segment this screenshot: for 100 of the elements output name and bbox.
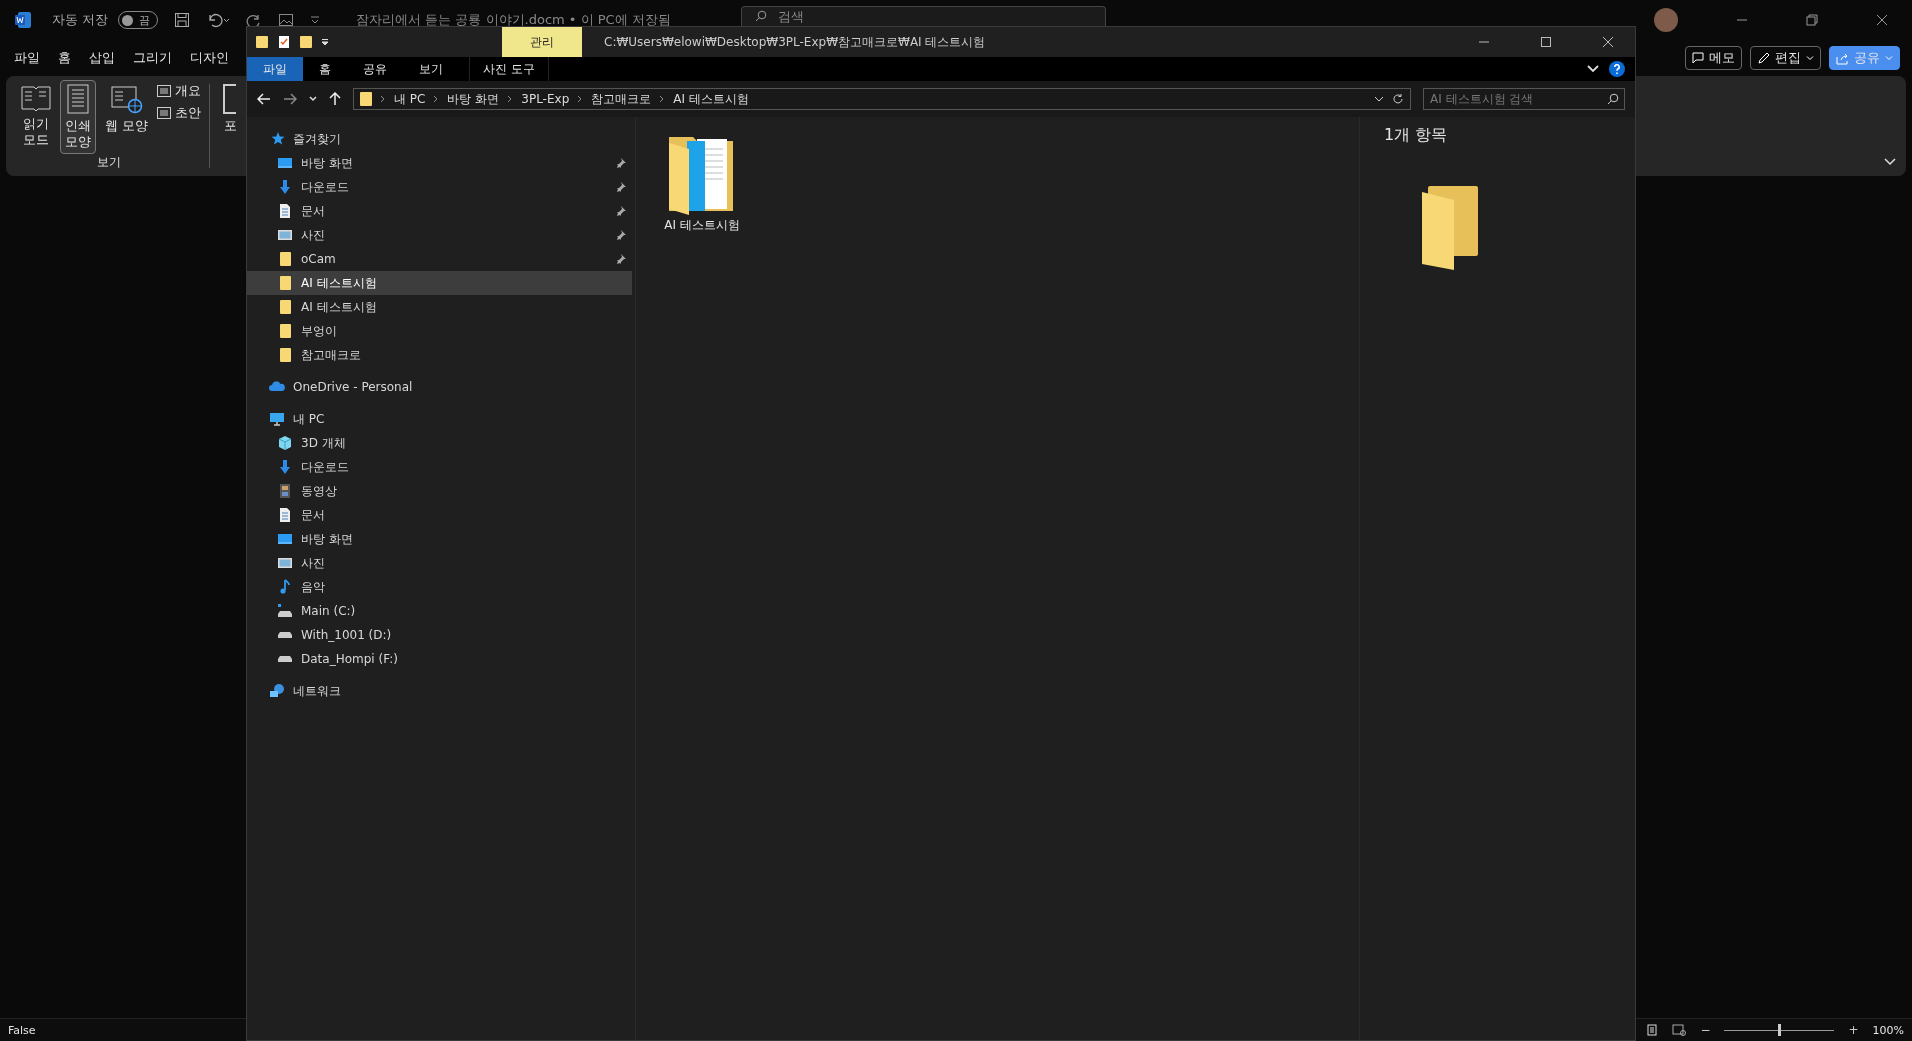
nav-item[interactable]: 다운로드 — [247, 175, 632, 199]
list-icon — [157, 85, 172, 97]
menu-tab[interactable]: 디자인 — [190, 49, 229, 67]
nav-item[interactable]: 사진 — [247, 223, 632, 247]
caret-icon — [1885, 54, 1893, 62]
search-field[interactable]: AI 테스트시험 검색 — [1423, 88, 1625, 110]
menu-tab[interactable]: 파일 — [14, 49, 40, 67]
undo-icon[interactable] — [206, 12, 231, 28]
pin-icon[interactable] — [616, 254, 626, 264]
picture-icon[interactable] — [278, 12, 295, 28]
breadcrumb[interactable]: 3PL-Exp — [521, 92, 570, 106]
expand-ribbon-icon[interactable] — [1587, 65, 1599, 73]
pin-icon[interactable] — [616, 206, 626, 216]
web-layout-icon[interactable] — [1672, 1024, 1687, 1036]
ribbon-tab[interactable]: 보기 — [403, 57, 459, 81]
search-icon — [754, 10, 767, 22]
folder-icon — [277, 275, 293, 291]
menu-tab[interactable]: 그리기 — [133, 49, 172, 67]
nav-item[interactable]: 3D 개체 — [247, 431, 632, 455]
nav-item[interactable]: 부엉이 — [247, 319, 632, 343]
cube-icon — [277, 435, 293, 451]
forward-arrow-icon[interactable] — [283, 93, 297, 105]
pencil-icon — [1757, 51, 1770, 65]
up-arrow-icon[interactable] — [329, 92, 341, 106]
nav-item[interactable]: 네트워크 — [247, 679, 632, 703]
nav-item[interactable]: 참고매크로 — [247, 343, 632, 367]
chevron-icon[interactable] — [433, 95, 440, 103]
restore-icon[interactable] — [1806, 14, 1818, 26]
view-button[interactable]: 초안 — [157, 104, 202, 122]
pin-icon[interactable] — [616, 158, 626, 168]
collapse-ribbon-icon[interactable] — [1884, 158, 1896, 166]
breadcrumb[interactable]: 내 PC — [394, 90, 426, 108]
back-arrow-icon[interactable] — [257, 93, 271, 105]
new-folder-icon[interactable] — [299, 35, 313, 49]
zoom-out-button[interactable]: − — [1700, 1023, 1711, 1037]
zoom-level[interactable]: 100% — [1872, 1023, 1904, 1037]
comment-icon — [1692, 52, 1704, 64]
menu-tab[interactable]: 홈 — [58, 49, 71, 67]
address-bar[interactable]: 내 PC 바탕 화면 3PL-Exp 참고매크로 AI 테스트시험 — [353, 88, 1411, 110]
view-button[interactable]: 인쇄 모양 — [60, 80, 96, 154]
view-button[interactable]: 읽기 모드 — [16, 80, 56, 152]
nav-item[interactable]: 동영상 — [247, 479, 632, 503]
help-icon[interactable] — [1609, 61, 1625, 77]
nav-item[interactable]: 문서 — [247, 199, 632, 223]
chevron-icon[interactable] — [577, 95, 584, 103]
ribbon-tab[interactable]: 공유 — [347, 57, 403, 81]
document-title: 잠자리에서 듣는 공룡 이야기.docm • 이 PC에 저장됨 — [356, 11, 671, 29]
close-icon[interactable] — [1603, 37, 1613, 47]
print-layout-icon[interactable] — [1646, 1024, 1659, 1036]
recent-caret-icon[interactable] — [309, 96, 317, 102]
refresh-icon[interactable] — [1392, 93, 1404, 105]
nav-item[interactable]: 바탕 화면 — [247, 151, 632, 175]
properties-icon[interactable] — [277, 35, 291, 49]
zoom-in-button[interactable]: + — [1848, 1023, 1859, 1037]
nav-item[interactable]: AI 테스트시험 — [247, 271, 632, 295]
focus-button[interactable]: 포 — [218, 80, 243, 138]
window-title: C:₩Users₩elowi₩Desktop₩3PL-Exp₩참고매크로₩AI 테스트시험 — [604, 33, 986, 51]
menu-tab[interactable]: 삽입 — [89, 49, 115, 67]
pin-icon[interactable] — [616, 182, 626, 192]
breadcrumb[interactable]: 바탕 화면 — [447, 90, 500, 108]
view-button[interactable]: 웹 모양 — [100, 80, 154, 138]
ribbon-tab[interactable]: 홈 — [303, 57, 347, 81]
page-icon — [67, 84, 89, 114]
save-icon[interactable] — [174, 12, 191, 28]
folder-item[interactable]: AI 테스트시험 — [654, 129, 750, 234]
nav-item[interactable]: 바탕 화면 — [247, 527, 632, 551]
chevron-icon[interactable] — [659, 95, 666, 103]
film-icon — [277, 483, 293, 499]
search-field[interactable]: 검색 — [740, 6, 1106, 26]
customize-caret-icon[interactable] — [310, 15, 321, 25]
monitor-icon — [269, 411, 285, 427]
dropdown-caret-icon[interactable] — [1374, 96, 1384, 102]
focus-icon — [223, 84, 238, 114]
avatar-circle[interactable] — [1654, 8, 1678, 32]
chevron-icon[interactable] — [507, 95, 514, 103]
nav-item[interactable]: 음악 — [247, 575, 632, 599]
chevron-icon[interactable] — [380, 95, 386, 103]
nav-item[interactable]: OneDrive - Personal — [247, 375, 632, 399]
desktop-icon — [277, 155, 293, 171]
nav-item[interactable]: Data_Hompi (F:) — [247, 647, 632, 671]
maximize-icon[interactable] — [1541, 37, 1551, 47]
nav-item[interactable]: 사진 — [247, 551, 632, 575]
breadcrumb[interactable]: AI 테스트시험 — [673, 90, 749, 108]
nav-item[interactable]: Main (C:) — [247, 599, 632, 623]
breadcrumb[interactable]: 참고매크로 — [591, 90, 652, 108]
action-button[interactable]: 편집 — [1750, 46, 1821, 70]
action-button[interactable]: 메모 — [1685, 46, 1742, 70]
folder-icon[interactable] — [255, 35, 269, 49]
search-icon — [1607, 93, 1619, 105]
nav-item[interactable]: With_1001 (D:) — [247, 623, 632, 647]
close-icon[interactable] — [1876, 14, 1888, 26]
nav-item[interactable]: 내 PC — [247, 407, 632, 431]
nav-item[interactable]: 즐겨찾기 — [247, 127, 632, 151]
nav-item[interactable]: 다운로드 — [247, 455, 632, 479]
view-button[interactable]: 개요 — [157, 82, 202, 100]
nav-item[interactable]: 문서 — [247, 503, 632, 527]
nav-item[interactable]: AI 테스트시험 — [247, 295, 632, 319]
nav-item[interactable]: oCam — [247, 247, 632, 271]
pin-icon[interactable] — [616, 230, 626, 240]
ribbon-tab[interactable]: 파일 — [247, 57, 303, 81]
